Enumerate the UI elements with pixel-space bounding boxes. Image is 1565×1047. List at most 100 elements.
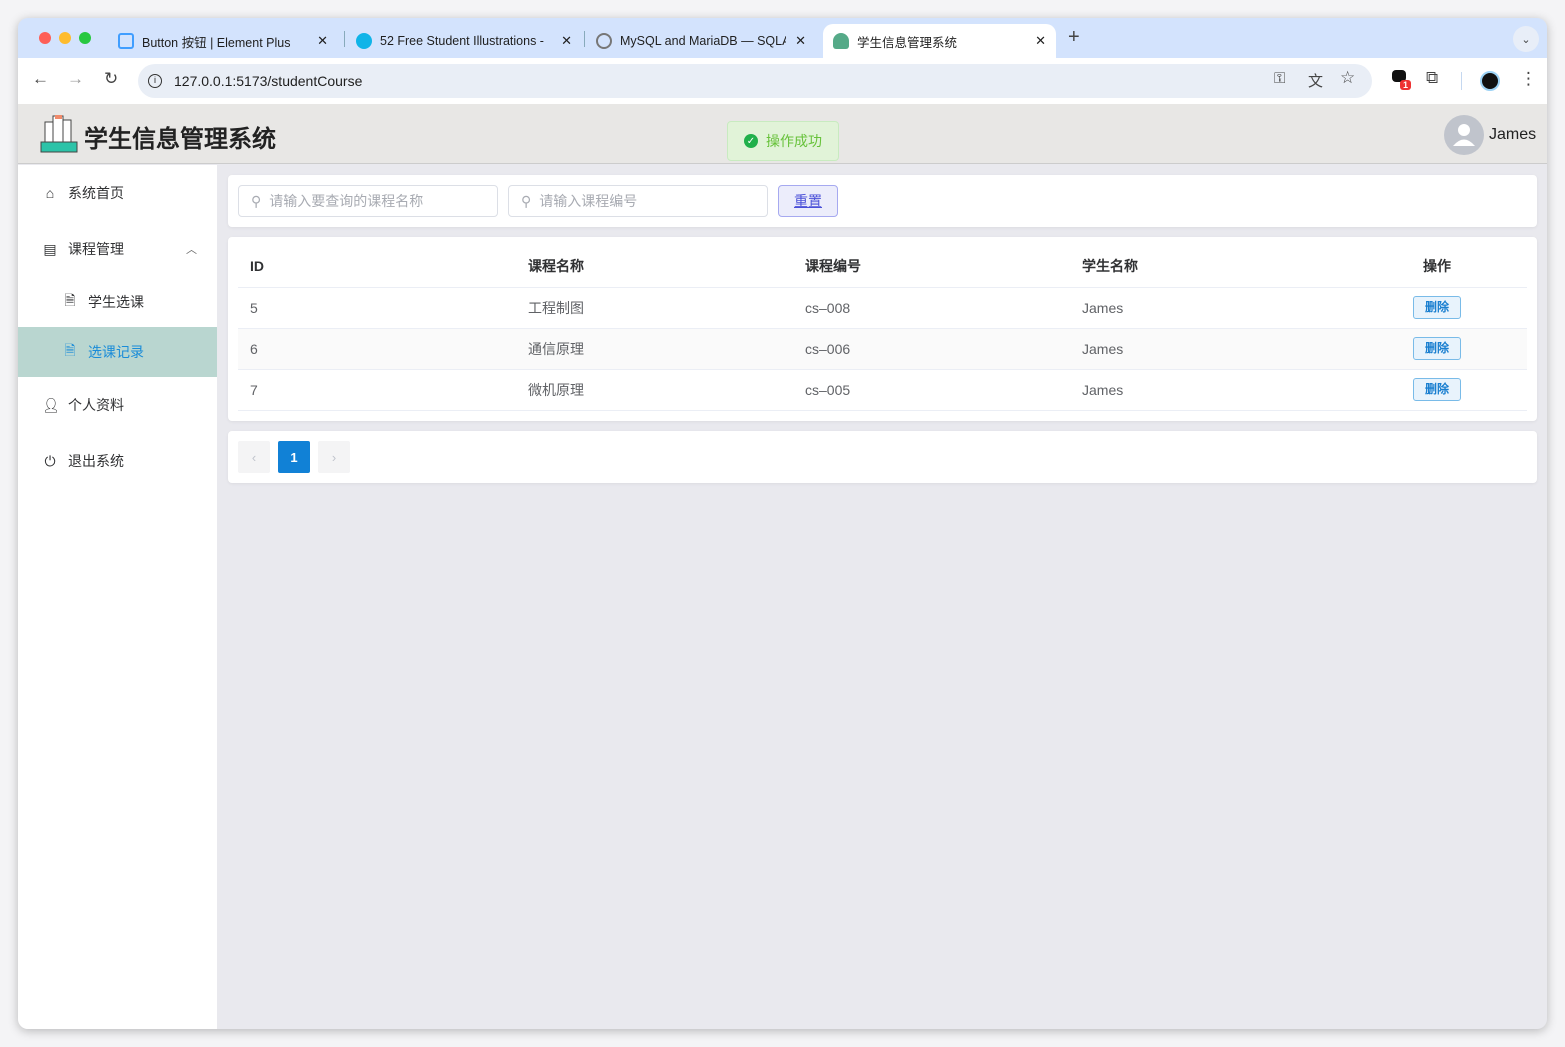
menu-label: 选课记录 — [88, 344, 144, 360]
cell-course-code: cs–006 — [793, 328, 1070, 370]
sidebar-item-home[interactable]: ⌂ 系统首页 — [18, 168, 217, 218]
app-title: 学生信息管理系统 — [84, 126, 276, 153]
menu-kebab-icon[interactable]: ⋮ — [1520, 69, 1537, 89]
close-tab-icon[interactable]: ✕ — [317, 33, 328, 49]
tab-student-system[interactable]: 学生信息管理系统 ✕ — [823, 24, 1056, 58]
tab-element-plus[interactable]: Button 按钮 | Element Plus ✕ — [108, 24, 338, 58]
course-code-search-input[interactable]: ⚲ 请输入课程编号 — [508, 185, 768, 217]
url-input[interactable]: i 127.0.0.1:5173/studentCourse — [138, 64, 1372, 98]
chevron-up-icon: ︿ — [186, 244, 197, 256]
extension-badge: 1 — [1400, 80, 1412, 90]
tab-sqlalchemy[interactable]: MySQL and MariaDB — SQLA ✕ — [586, 24, 816, 58]
sidebar-item-course-selection[interactable]: 🗎 学生选课 — [18, 277, 217, 327]
menu-label: 退出系统 — [68, 453, 124, 469]
table-row: 5 工程制图 cs–008 James 删除 — [238, 287, 1527, 329]
reload-icon[interactable]: ↻ — [104, 69, 118, 89]
cell-id: 5 — [238, 287, 516, 329]
toast-message: 操作成功 — [766, 133, 822, 149]
books-logo-icon — [40, 115, 78, 153]
search-card: ⚲ 请输入要查询的课程名称 ⚲ 请输入课程编号 重置 — [228, 175, 1537, 227]
placeholder: 请输入要查询的课程名称 — [269, 193, 424, 209]
close-window-button[interactable] — [39, 32, 51, 44]
close-tab-icon[interactable]: ✕ — [561, 33, 572, 49]
header-id: ID — [238, 245, 516, 288]
document-list-icon: ▤ — [43, 240, 57, 257]
bookmark-star-icon[interactable]: ☆ — [1340, 68, 1355, 88]
power-icon: ⏻ — [44, 452, 56, 469]
document-icon: 🗎 — [64, 292, 76, 308]
header-student-name: 学生名称 — [1070, 245, 1347, 288]
extensions-puzzle-icon[interactable]: ⧉ — [1426, 68, 1438, 88]
tab-title: MySQL and MariaDB — SQLA — [620, 34, 786, 48]
forward-icon[interactable]: → — [67, 69, 84, 89]
search-favicon-icon — [356, 33, 372, 49]
header-actions: 操作 — [1347, 245, 1527, 288]
sidebar-item-selection-records[interactable]: 🗎 选课记录 — [18, 327, 217, 377]
delete-button[interactable]: 删除 — [1413, 337, 1461, 360]
password-key-icon[interactable]: ⚿ — [1274, 70, 1285, 87]
browser-window: Button 按钮 | Element Plus ✕ 52 Free Studen… — [18, 18, 1547, 1029]
element-plus-favicon-icon — [118, 33, 134, 49]
cell-course-code: cs–008 — [793, 287, 1070, 329]
cell-course-code: cs–005 — [793, 369, 1070, 411]
next-page-button[interactable]: › — [318, 441, 350, 473]
table-card: ID 课程名称 课程编号 学生名称 操作 5 工程制图 cs–008 James 删除 … — [228, 237, 1537, 421]
check-circle-icon: ✓ — [744, 134, 758, 148]
delete-button[interactable]: 删除 — [1413, 296, 1461, 319]
close-tab-icon[interactable]: ✕ — [1035, 33, 1046, 49]
delete-button[interactable]: 删除 — [1413, 378, 1461, 401]
tab-search-chevron-icon[interactable]: ⌄ — [1513, 26, 1539, 52]
back-icon[interactable]: ← — [32, 69, 49, 89]
cell-student: James — [1070, 287, 1347, 329]
sidebar: ⌂ 系统首页 ▤ 课程管理 ︿ 🗎 学生选课 🗎 选课记录 👤︎ 个人资料 ⏻ 退出系统 — [18, 165, 217, 1029]
home-icon: ⌂ — [45, 185, 55, 201]
tab-title: Button 按钮 | Element Plus — [142, 35, 291, 50]
prev-page-button[interactable]: ‹ — [238, 441, 270, 473]
menu-label: 个人资料 — [68, 397, 124, 413]
user-name[interactable]: James — [1489, 126, 1536, 144]
sidebar-item-course-management[interactable]: ▤ 课程管理 ︿ — [18, 224, 217, 274]
header-course-name: 课程名称 — [516, 245, 793, 288]
cell-student: James — [1070, 328, 1347, 370]
translate-icon[interactable]: ⽂ — [1308, 70, 1323, 91]
pagination-card: ‹ 1 › — [228, 431, 1537, 483]
table-row: 7 微机原理 cs–005 James 删除 — [238, 369, 1527, 411]
tab-bar: Button 按钮 | Element Plus ✕ 52 Free Studen… — [18, 18, 1547, 58]
tab-title: 52 Free Student Illustrations - — [380, 34, 544, 48]
app-header: 学生信息管理系统 ✓ 操作成功 James — [18, 104, 1547, 164]
url-text: 127.0.0.1:5173/studentCourse — [174, 73, 363, 89]
sidebar-item-profile[interactable]: 👤︎ 个人资料 — [18, 380, 217, 430]
reset-button[interactable]: 重置 — [778, 185, 838, 217]
cell-student: James — [1070, 369, 1347, 411]
sqlalchemy-favicon-icon — [596, 33, 612, 49]
user-icon: 👤︎ — [42, 396, 60, 413]
menu-label: 系统首页 — [68, 185, 124, 201]
site-info-icon[interactable]: i — [148, 74, 162, 88]
user-avatar[interactable] — [1444, 115, 1484, 155]
cell-id: 7 — [238, 369, 516, 411]
sidebar-item-logout[interactable]: ⏻ 退出系统 — [18, 436, 217, 486]
table-row: 6 通信原理 cs–006 James 删除 — [238, 328, 1527, 370]
close-tab-icon[interactable]: ✕ — [795, 33, 806, 49]
menu-label: 学生选课 — [88, 294, 144, 310]
success-toast: ✓ 操作成功 — [727, 121, 839, 161]
student-favicon-icon — [833, 33, 849, 49]
search-icon: ⚲ — [521, 192, 532, 209]
tab-student-illustrations[interactable]: 52 Free Student Illustrations - ✕ — [346, 24, 582, 58]
search-icon: ⚲ — [251, 192, 262, 209]
course-name-search-input[interactable]: ⚲ 请输入要查询的课程名称 — [238, 185, 498, 217]
tab-title: 学生信息管理系统 — [857, 35, 958, 50]
document-icon: 🗎 — [64, 342, 76, 358]
cell-course-name: 通信原理 — [516, 328, 793, 370]
cell-course-name: 微机原理 — [516, 369, 793, 411]
placeholder: 请输入课程编号 — [539, 193, 638, 209]
new-tab-icon[interactable]: + — [1068, 26, 1080, 49]
maximize-window-button[interactable] — [79, 32, 91, 44]
profile-avatar-icon[interactable] — [1480, 71, 1500, 91]
address-bar: ← → ↻ i 127.0.0.1:5173/studentCourse ⚿ ⽂ … — [18, 58, 1547, 104]
page-1-button[interactable]: 1 — [278, 441, 310, 473]
header-course-code: 课程编号 — [793, 245, 1070, 288]
minimize-window-button[interactable] — [59, 32, 71, 44]
records-table: ID 课程名称 课程编号 学生名称 操作 5 工程制图 cs–008 James 删除 … — [238, 245, 1527, 411]
cell-course-name: 工程制图 — [516, 287, 793, 329]
